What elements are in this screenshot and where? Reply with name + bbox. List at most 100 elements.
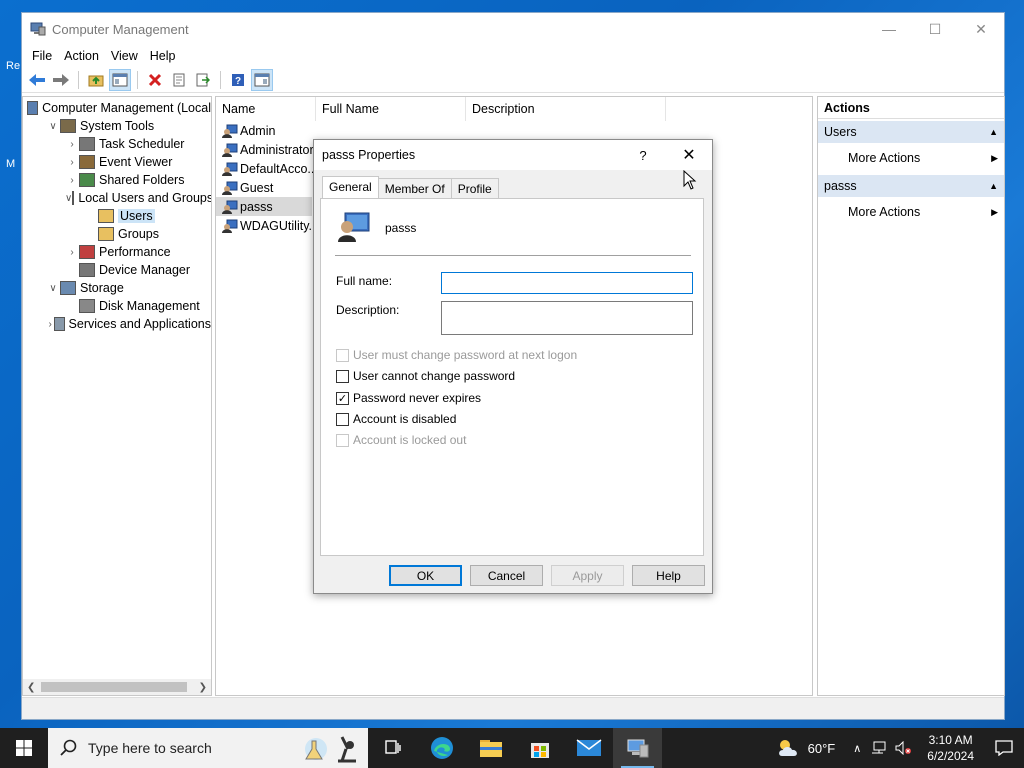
chevron-right-icon[interactable]: › [65,175,79,186]
network-icon[interactable] [871,741,887,755]
weather-temperature: 60°F [807,740,836,756]
user-row-name: DefaultAcco... [240,161,318,176]
table-row[interactable]: passs [216,197,312,216]
tree-item[interactable]: Disk Management [23,297,211,315]
context-help-button[interactable]: ? [620,148,666,163]
minimize-button[interactable]: — [866,13,912,45]
more-actions-label: More Actions [848,151,921,165]
task-view-button[interactable] [368,728,417,768]
tree-horizontal-scrollbar[interactable]: ❮ ❯ [23,679,211,695]
close-button[interactable]: ✕ [958,13,1004,45]
menu-action[interactable]: Action [58,49,105,63]
help-dialog-button[interactable]: Help [632,565,705,586]
cancel-button[interactable]: Cancel [470,565,543,586]
help-button[interactable]: ? [227,69,249,91]
checkbox-row[interactable]: User cannot change password [336,369,515,383]
scroll-left-icon[interactable]: ❮ [27,682,35,693]
tab-general[interactable]: General [322,176,379,198]
collapse-icon[interactable]: ▲ [989,181,998,191]
tree-item[interactable]: Groups [23,225,211,243]
computer-management-icon [627,739,648,758]
chevron-right-icon[interactable]: › [65,157,79,168]
actions-section-users[interactable]: Users ▲ [818,121,1004,143]
maximize-button[interactable]: ☐ [912,13,958,45]
chevron-down-icon[interactable]: ∨ [65,193,72,204]
volume-muted-icon[interactable] [895,741,913,755]
tree-item[interactable]: › Task Scheduler [23,135,211,153]
menu-file[interactable]: File [26,49,58,63]
tree-item[interactable]: › Performance [23,243,211,261]
clock[interactable]: 3:10 AM 6/2/2024 [927,732,974,764]
tree-item[interactable]: › Shared Folders [23,171,211,189]
notification-center-button[interactable] [984,728,1024,768]
tree-item[interactable]: ∨ Storage [23,279,211,297]
search-placeholder: Type here to search [88,740,212,756]
tree-item-label: Users [118,209,155,223]
description-field[interactable] [441,301,693,335]
tree-item[interactable]: Users [23,207,211,225]
taskbar-search-box[interactable]: Type here to search [48,728,368,768]
cloudy-weather-icon [778,740,797,756]
tree-item[interactable]: Device Manager [23,261,211,279]
tree-item[interactable]: › Event Viewer [23,153,211,171]
tree-item[interactable]: Computer Management (Local [23,99,211,117]
column-header-name[interactable]: Name [216,97,316,121]
window-title: Computer Management [52,21,189,37]
desktop-icon-label[interactable]: Re [6,60,20,72]
taskbar-edge[interactable] [417,728,466,768]
dialog-close-button[interactable]: ✕ [666,145,712,165]
title-bar[interactable]: Computer Management — ☐ ✕ [22,13,1004,45]
taskbar-store[interactable] [515,728,564,768]
checkbox[interactable] [336,369,349,383]
actions-section-passs[interactable]: passs ▲ [818,175,1004,197]
chevron-down-icon[interactable]: ∨ [46,283,60,294]
checkbox-row[interactable]: ✓ Password never expires [336,391,481,405]
tab-profile[interactable]: Profile [450,178,499,198]
start-button[interactable] [0,728,48,768]
chevron-right-icon[interactable]: › [46,319,54,330]
menu-help[interactable]: Help [144,49,182,63]
checkbox[interactable] [336,412,349,426]
scroll-right-icon[interactable]: ❯ [199,682,207,693]
tree-item[interactable]: ∨ System Tools [23,117,211,135]
ok-button[interactable]: OK [389,565,462,586]
dialog-title-bar[interactable]: passs Properties ? ✕ [314,140,712,170]
delete-button[interactable] [144,69,166,91]
apply-button[interactable]: Apply [551,565,624,586]
action-pane-icon [254,73,270,86]
chevron-right-icon[interactable]: › [65,139,79,150]
dialog-tabs: General Member Of Profile [322,176,499,198]
scrollbar-thumb[interactable] [41,682,187,692]
more-actions-users[interactable]: More Actions ▶ [818,143,1004,173]
taskbar-computer-management[interactable] [613,728,662,768]
checkbox-checked[interactable]: ✓ [336,391,349,405]
tree-item-label: Event Viewer [99,155,173,169]
table-row[interactable]: Admin [216,121,812,140]
column-header-description[interactable]: Description [466,97,666,121]
tree-item[interactable]: ∨ Local Users and Groups [23,189,211,207]
export-list-button[interactable] [192,69,214,91]
tree-item[interactable]: › Services and Applications [23,315,211,333]
desktop-icon-label[interactable]: M [6,158,15,170]
show-hide-tree-button[interactable] [109,68,131,91]
collapse-icon[interactable]: ▲ [989,127,998,137]
chevron-down-icon[interactable]: ∨ [46,121,60,132]
checkbox-row[interactable]: Account is disabled [336,412,456,426]
show-hide-action-pane-button[interactable] [251,68,273,91]
full-name-field[interactable] [441,272,693,294]
back-button[interactable] [26,69,48,91]
menu-view[interactable]: View [105,49,144,63]
chevron-right-icon[interactable]: › [65,247,79,258]
taskbar-mail[interactable] [564,728,613,768]
status-bar [22,697,1004,719]
weather-widget[interactable]: 60°F [776,737,836,759]
submenu-arrow-icon: ▶ [991,152,998,163]
taskbar-file-explorer[interactable] [466,728,515,768]
more-actions-passs[interactable]: More Actions ▶ [818,197,1004,227]
properties-button[interactable] [168,69,190,91]
show-hidden-icons-icon[interactable]: ∧ [853,742,861,755]
tab-member-of[interactable]: Member Of [377,178,452,198]
up-folder-button[interactable] [85,69,107,91]
column-header-full-name[interactable]: Full Name [316,97,466,121]
forward-button[interactable] [50,69,72,91]
